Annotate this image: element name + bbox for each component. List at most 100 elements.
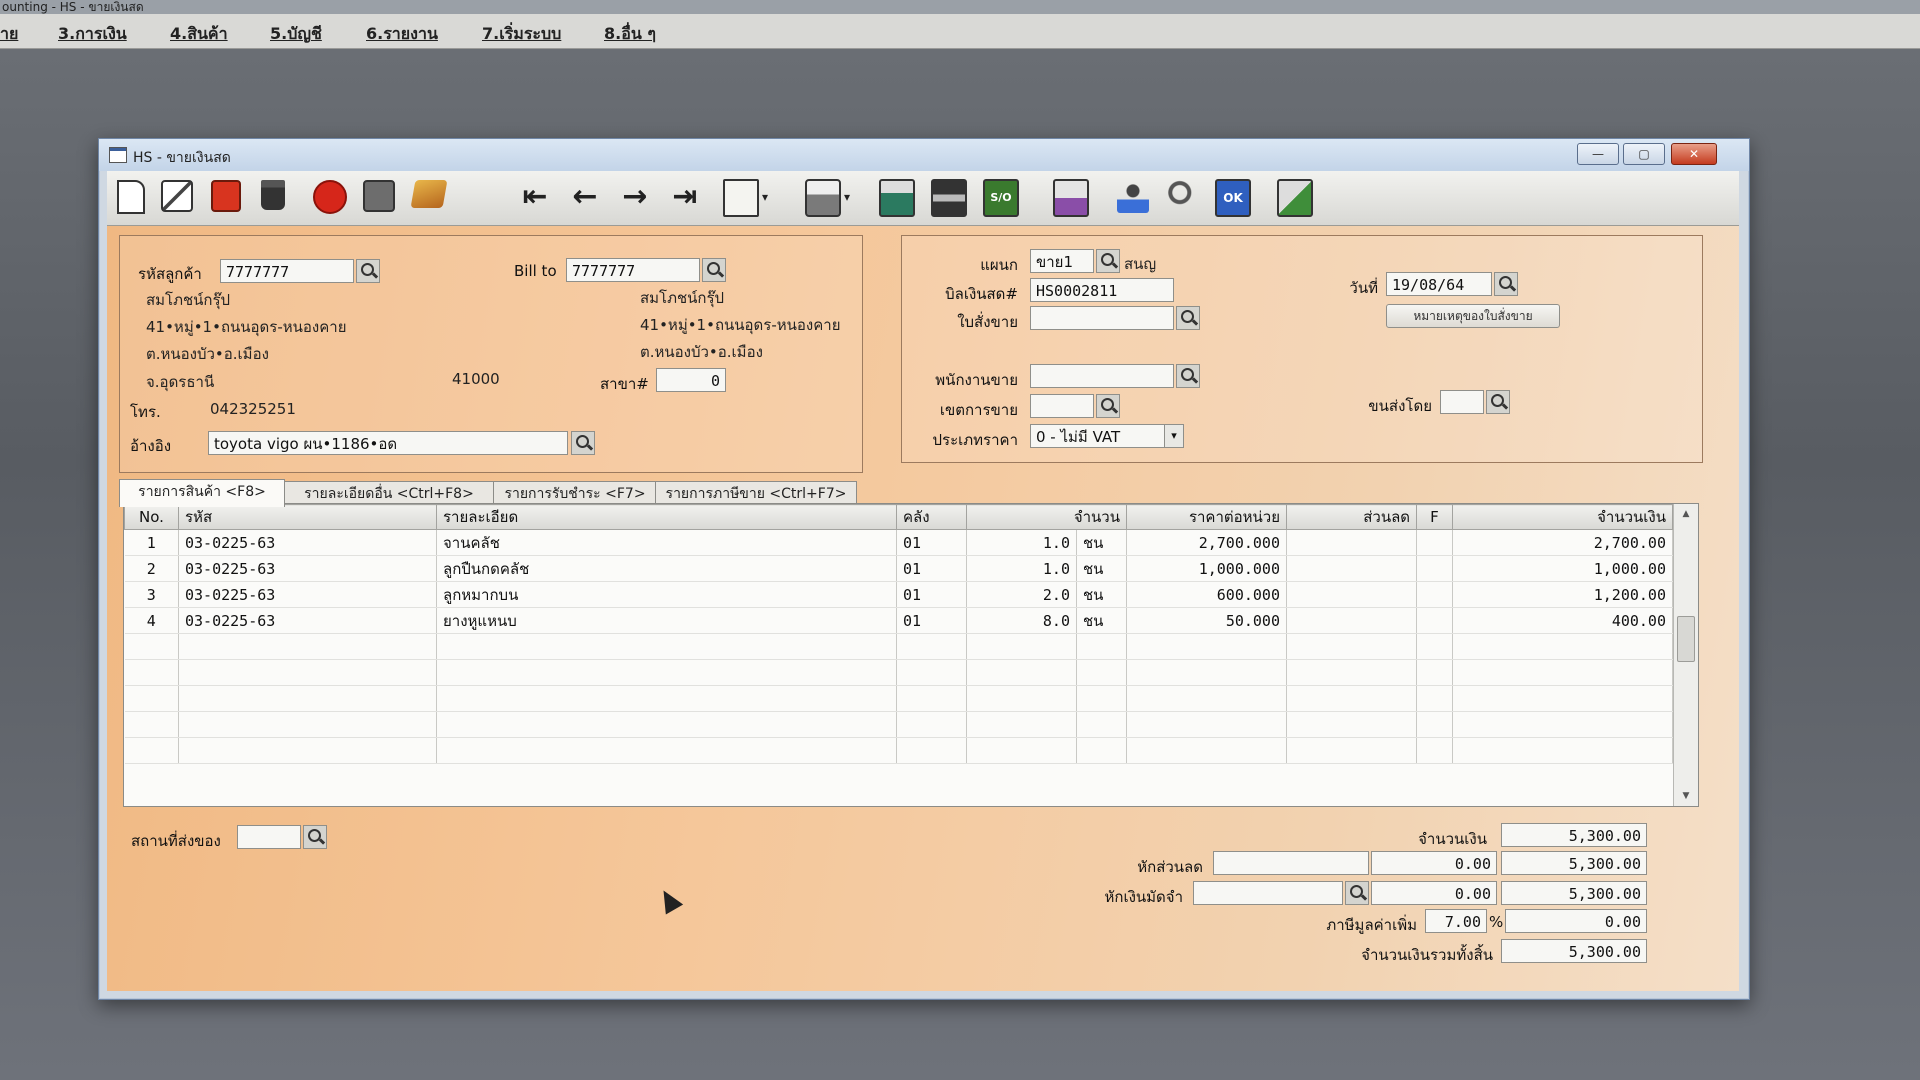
menu-finance[interactable]: 3.การเงิน [58, 22, 127, 47]
price-type-select[interactable]: 0 - ไม่มี VAT [1030, 424, 1182, 448]
col-header-amount[interactable]: จำนวนเงิน [1452, 504, 1673, 530]
chevron-down-icon[interactable]: ▾ [1164, 424, 1184, 448]
menu-other[interactable]: 8.อื่น ๆ [604, 22, 656, 47]
cell-quantity[interactable] [966, 737, 1077, 764]
cell-unit-price[interactable] [1126, 711, 1287, 738]
cell-amount[interactable] [1452, 711, 1673, 738]
table-row[interactable] [124, 737, 1673, 764]
cell-discount[interactable] [1286, 685, 1417, 712]
salesman-input[interactable] [1030, 364, 1174, 388]
cell-warehouse[interactable] [896, 659, 967, 686]
previous-record-icon[interactable]: ← [569, 181, 601, 213]
ship-place-search-icon[interactable] [303, 825, 327, 849]
cell-quantity[interactable] [966, 659, 1077, 686]
cell-flag[interactable] [1416, 659, 1453, 686]
cell-no[interactable] [124, 711, 179, 738]
cell-unit[interactable] [1076, 737, 1127, 764]
next-record-icon[interactable]: → [619, 181, 651, 213]
cell-amount[interactable] [1452, 685, 1673, 712]
approve-icon[interactable] [1117, 179, 1149, 213]
col-header-discount[interactable]: ส่วนลด [1286, 504, 1417, 530]
cell-warehouse[interactable]: 01 [896, 607, 967, 634]
edit-icon[interactable] [161, 180, 193, 212]
ship-by-search-icon[interactable] [1486, 390, 1510, 414]
cell-discount[interactable] [1286, 607, 1417, 634]
first-record-icon[interactable]: ⇤ [519, 181, 551, 213]
cell-unit[interactable]: ชน [1076, 555, 1127, 582]
so-icon[interactable]: S/O [983, 179, 1019, 217]
register-icon[interactable] [931, 179, 967, 217]
scroll-up-icon[interactable]: ▲ [1674, 506, 1698, 522]
scroll-thumb[interactable] [1677, 616, 1695, 662]
cell-flag[interactable] [1416, 555, 1453, 582]
col-header-flag[interactable]: F [1416, 504, 1453, 530]
cell-description[interactable] [436, 711, 897, 738]
cell-unit[interactable]: ชน [1076, 607, 1127, 634]
cell-discount[interactable] [1286, 529, 1417, 556]
cell-code[interactable]: 03-0225-63 [178, 607, 437, 634]
cell-unit[interactable] [1076, 659, 1127, 686]
cell-warehouse[interactable] [896, 737, 967, 764]
void-icon[interactable] [211, 180, 241, 212]
sales-area-input[interactable] [1030, 394, 1094, 418]
cell-no[interactable] [124, 685, 179, 712]
cell-amount[interactable]: 400.00 [1452, 607, 1673, 634]
cell-unit-price[interactable] [1126, 737, 1287, 764]
deposit-value-input[interactable]: 0.00 [1371, 881, 1497, 905]
cell-unit[interactable]: ชน [1076, 581, 1127, 608]
cell-description[interactable] [436, 633, 897, 660]
cell-quantity[interactable]: 1.0 [966, 529, 1077, 556]
cell-unit-price[interactable]: 2,700.000 [1126, 529, 1287, 556]
col-header-no[interactable]: No. [124, 504, 179, 530]
bill-to-search-icon[interactable] [702, 258, 726, 282]
cell-flag[interactable] [1416, 529, 1453, 556]
bill-to-input[interactable]: 7777777 [566, 258, 700, 282]
reference-input[interactable]: toyota vigo ผน•1186•อด [208, 431, 568, 455]
preview-icon[interactable] [723, 179, 759, 217]
cell-description[interactable] [436, 737, 897, 764]
cell-warehouse[interactable] [896, 633, 967, 660]
cell-unit-price[interactable] [1126, 659, 1287, 686]
deposit-text-input[interactable] [1193, 881, 1343, 905]
branch-input[interactable]: 0 [656, 368, 726, 392]
cell-no[interactable]: 3 [124, 581, 179, 608]
cell-unit-price[interactable]: 50.000 [1126, 607, 1287, 634]
cell-code[interactable] [178, 737, 437, 764]
sales-order-note-button[interactable]: หมายเหตุของใบสั่งขาย [1386, 304, 1560, 328]
cell-discount[interactable] [1286, 633, 1417, 660]
cell-flag[interactable] [1416, 711, 1453, 738]
ok-icon[interactable]: OK [1215, 179, 1251, 217]
minimize-button[interactable]: — [1577, 143, 1619, 165]
cell-discount[interactable] [1286, 659, 1417, 686]
cell-warehouse[interactable]: 01 [896, 581, 967, 608]
customer-code-input[interactable]: 7777777 [220, 259, 354, 283]
date-input[interactable]: 19/08/64 [1386, 272, 1492, 296]
cell-warehouse[interactable] [896, 685, 967, 712]
cancel-icon[interactable] [313, 180, 347, 214]
cell-flag[interactable] [1416, 581, 1453, 608]
cell-amount[interactable]: 2,700.00 [1452, 529, 1673, 556]
menu-accounts[interactable]: 5.บัญชี [270, 22, 322, 47]
customer-search-icon[interactable] [356, 259, 380, 283]
export-icon[interactable] [1277, 179, 1313, 217]
cell-warehouse[interactable]: 01 [896, 529, 967, 556]
delete-icon[interactable] [261, 180, 285, 210]
link-icon[interactable] [1167, 179, 1199, 213]
scroll-down-icon[interactable]: ▼ [1674, 788, 1698, 804]
menu-reports[interactable]: 6.รายงาน [366, 22, 438, 47]
cell-unit[interactable]: ชน [1076, 529, 1127, 556]
cell-code[interactable] [178, 633, 437, 660]
reference-search-icon[interactable] [571, 431, 595, 455]
cell-no[interactable]: 4 [124, 607, 179, 634]
cell-discount[interactable] [1286, 711, 1417, 738]
cell-no[interactable] [124, 633, 179, 660]
preview-dropdown-icon[interactable]: ▾ [757, 181, 773, 213]
cell-no[interactable]: 2 [124, 555, 179, 582]
cell-flag[interactable] [1416, 737, 1453, 764]
cell-unit-price[interactable] [1126, 685, 1287, 712]
save-icon[interactable] [363, 180, 395, 212]
cell-quantity[interactable] [966, 711, 1077, 738]
date-picker-icon[interactable] [1494, 272, 1518, 296]
cell-quantity[interactable]: 2.0 [966, 581, 1077, 608]
last-record-icon[interactable]: ⇥ [669, 181, 701, 213]
